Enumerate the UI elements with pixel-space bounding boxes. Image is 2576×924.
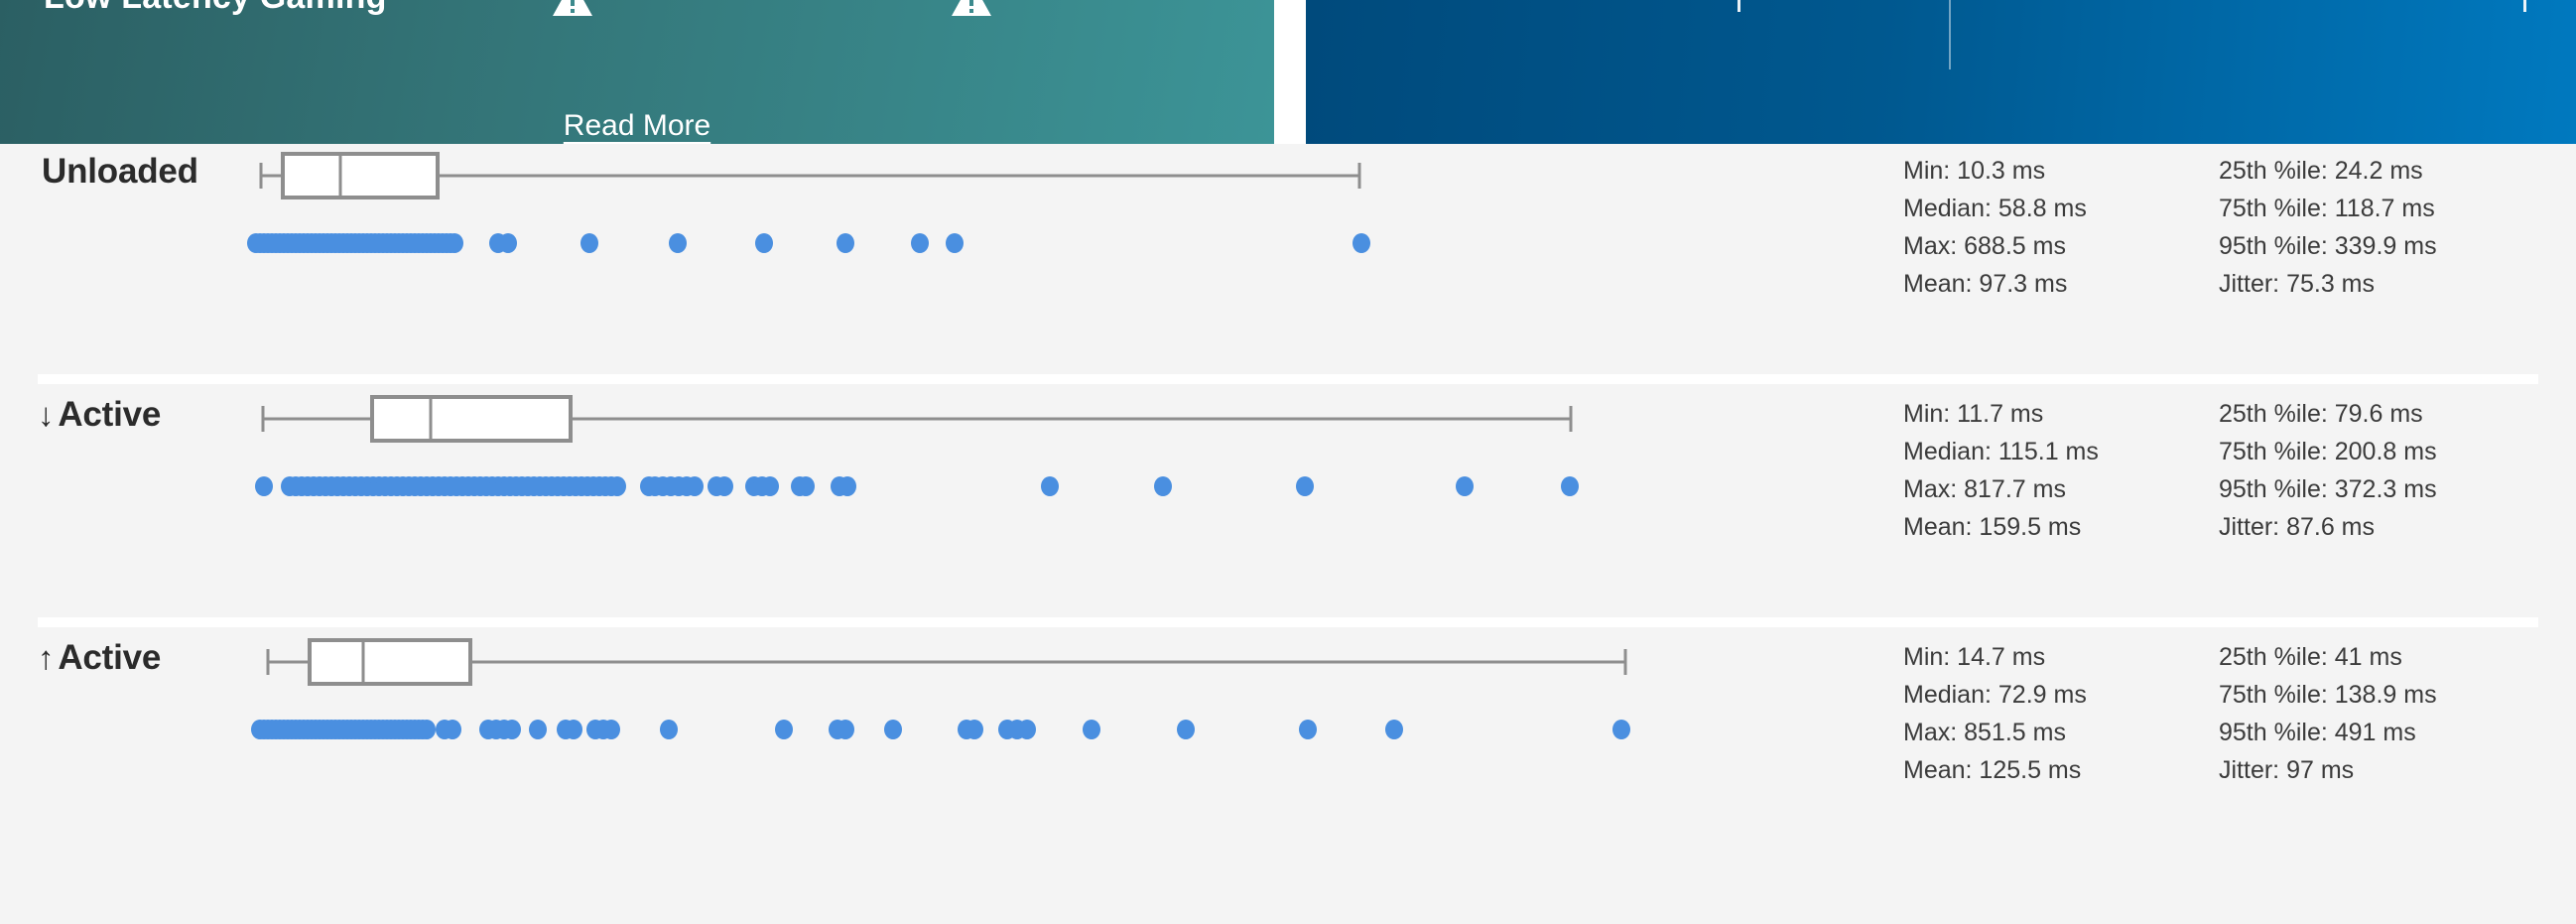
arrow-down-icon: ↓ xyxy=(38,396,55,433)
warning-triangle-icon xyxy=(951,0,992,18)
stat-min: Min: 14.7 ms xyxy=(1903,643,2046,671)
stats-unloaded: Min: 10.3 ms Median: 58.8 ms Max: 688.5 … xyxy=(1903,152,2437,303)
stat-p25: 25th %ile: 79.6 ms xyxy=(2219,400,2423,428)
row-label-text: Active xyxy=(58,395,162,434)
latency-row-down-active: ↓ Active Min: 11.7 ms Median: 115.1 ms Ma… xyxy=(0,387,2576,630)
stats-column-right: 25th %ile: 79.6 ms 75th %ile: 200.8 ms 9… xyxy=(2219,395,2437,546)
stat-mean: Mean: 125.5 ms xyxy=(1903,756,2082,784)
stat-p95: 95th %ile: 339.9 ms xyxy=(2219,232,2437,260)
stat-p95: 95th %ile: 372.3 ms xyxy=(2219,475,2437,503)
stat-median: Median: 115.1 ms xyxy=(1903,438,2099,465)
stat-p25: 25th %ile: 24.2 ms xyxy=(2219,157,2423,185)
stats-up-active: Min: 14.7 ms Median: 72.9 ms Max: 851.5 … xyxy=(1903,638,2437,789)
promo-card-low-latency-gaming[interactable]: Low Latency Gaming Read More xyxy=(0,0,1274,144)
row-label-unloaded: Unloaded xyxy=(38,152,198,192)
stat-max: Max: 688.5 ms xyxy=(1903,232,2066,260)
info-tick-divider xyxy=(1738,0,1740,12)
info-card-blue-panel[interactable] xyxy=(1306,0,2576,144)
stat-jitter: Jitter: 87.6 ms xyxy=(2219,513,2375,541)
info-column-divider xyxy=(1949,0,1951,69)
promo-title: Low Latency Gaming xyxy=(44,0,387,17)
stat-p75: 75th %ile: 138.9 ms xyxy=(2219,681,2437,709)
stat-p75: 75th %ile: 118.7 ms xyxy=(2219,195,2435,222)
stat-min: Min: 10.3 ms xyxy=(1903,157,2046,185)
stats-column-right: 25th %ile: 41 ms 75th %ile: 138.9 ms 95t… xyxy=(2219,638,2437,789)
row-label-text: Unloaded xyxy=(42,152,198,191)
latency-row-unloaded: Unloaded Min: 10.3 ms Median: 58.8 ms Ma… xyxy=(0,144,2576,387)
latency-row-up-active: ↑ Active Min: 14.7 ms Median: 72.9 ms Max… xyxy=(0,630,2576,873)
stat-jitter: Jitter: 97 ms xyxy=(2219,756,2355,784)
stats-column-left: Min: 14.7 ms Median: 72.9 ms Max: 851.5 … xyxy=(1903,638,2219,789)
stat-jitter: Jitter: 75.3 ms xyxy=(2219,270,2375,298)
stat-p25: 25th %ile: 41 ms xyxy=(2219,643,2402,671)
row-label-text: Active xyxy=(58,638,162,677)
arrow-up-icon: ↑ xyxy=(38,639,55,676)
stat-p75: 75th %ile: 200.8 ms xyxy=(2219,438,2437,465)
stat-max: Max: 817.7 ms xyxy=(1903,475,2066,503)
warning-triangle-icon xyxy=(552,0,593,18)
top-banner-strip: Low Latency Gaming Read More xyxy=(0,0,2576,144)
stat-mean: Mean: 159.5 ms xyxy=(1903,513,2082,541)
stats-column-right: 25th %ile: 24.2 ms 75th %ile: 118.7 ms 9… xyxy=(2219,152,2437,303)
stats-column-left: Min: 11.7 ms Median: 115.1 ms Max: 817.7… xyxy=(1903,395,2219,546)
stats-column-left: Min: 10.3 ms Median: 58.8 ms Max: 688.5 … xyxy=(1903,152,2219,303)
info-tick-divider xyxy=(2523,0,2526,12)
row-label-down-active: ↓ Active xyxy=(38,395,161,435)
stat-median: Median: 58.8 ms xyxy=(1903,195,2087,222)
stats-down-active: Min: 11.7 ms Median: 115.1 ms Max: 817.7… xyxy=(1903,395,2437,546)
row-separator xyxy=(38,374,2538,384)
row-label-up-active: ↑ Active xyxy=(38,638,161,678)
stat-max: Max: 851.5 ms xyxy=(1903,719,2066,746)
stat-median: Median: 72.9 ms xyxy=(1903,681,2087,709)
stat-mean: Mean: 97.3 ms xyxy=(1903,270,2068,298)
stat-p95: 95th %ile: 491 ms xyxy=(2219,719,2416,746)
read-more-link[interactable]: Read More xyxy=(0,109,1274,143)
stat-min: Min: 11.7 ms xyxy=(1903,400,2044,428)
latency-results-panel: Unloaded Min: 10.3 ms Median: 58.8 ms Ma… xyxy=(0,144,2576,924)
row-separator xyxy=(38,617,2538,627)
